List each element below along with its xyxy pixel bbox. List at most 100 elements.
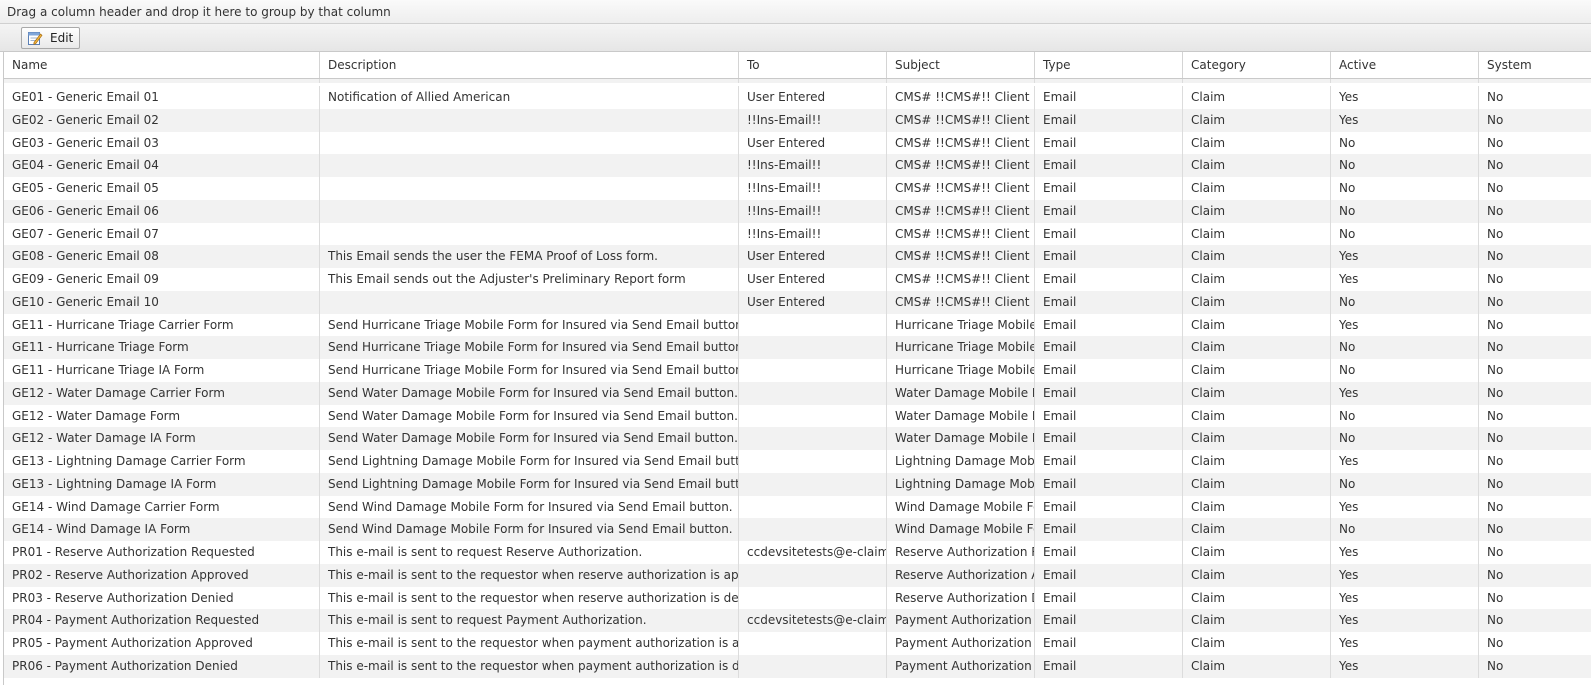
cell-subject: CMS# !!CMS#!! Client File# bbox=[887, 199, 1035, 223]
cell-to: User Entered bbox=[739, 268, 887, 291]
cell-type: Email bbox=[1035, 541, 1183, 564]
cell-category: Claim bbox=[1183, 654, 1331, 678]
table-row[interactable]: GE12 - Water Damage IA Form Send Water Da… bbox=[4, 427, 1591, 451]
cell-description bbox=[320, 222, 739, 246]
column-header-category[interactable]: Category bbox=[1183, 52, 1331, 78]
cell-name: GE02 - Generic Email 02 bbox=[4, 108, 320, 132]
table-row[interactable]: GE10 - Generic Email 10 User Entered CMS# … bbox=[4, 290, 1591, 314]
group-by-hint: Drag a column header and drop it here to… bbox=[7, 5, 391, 19]
cell-subject: CMS# !!CMS#!! Client File# bbox=[887, 86, 1035, 109]
table-row[interactable]: GE06 - Generic Email 06 !!Ins-Email!! CMS#… bbox=[4, 199, 1591, 223]
cell-description: Send Lightning Damage Mobile Form for In… bbox=[320, 450, 739, 473]
cell-system: No bbox=[1487, 408, 1504, 423]
table-row[interactable]: GE13 - Lightning Damage IA Form Send Ligh… bbox=[4, 472, 1591, 496]
cell-type: Email bbox=[1035, 654, 1183, 678]
cell-active: Yes bbox=[1331, 268, 1479, 291]
cell-description: Send Water Damage Mobile Form for Insure… bbox=[320, 381, 739, 405]
cell-name: GE12 - Water Damage Form bbox=[4, 404, 320, 428]
column-header-active[interactable]: Active bbox=[1331, 52, 1479, 78]
table-row[interactable]: GE11 - Hurricane Triage IA Form Send Hurr… bbox=[4, 359, 1591, 382]
table-row[interactable]: PR01 - Reserve Authorization Requested Th… bbox=[4, 541, 1591, 564]
cell-to bbox=[739, 404, 887, 428]
cell-to bbox=[739, 381, 887, 405]
cell-subject: Hurricane Triage Mobile Form bbox=[887, 359, 1035, 382]
table-row[interactable]: PR06 - Payment Authorization Denied This … bbox=[4, 654, 1591, 678]
table-row[interactable]: GE14 - Wind Damage IA Form Send Wind Dama… bbox=[4, 518, 1591, 542]
cell-subject: Reserve Authorization DENIED bbox=[887, 586, 1035, 610]
table-row[interactable]: GE11 - Hurricane Triage Carrier Form Send… bbox=[4, 313, 1591, 337]
cell-category: Claim bbox=[1183, 108, 1331, 132]
cell-description: This e-mail is sent to the requestor whe… bbox=[320, 654, 739, 678]
cell-system: No bbox=[1487, 90, 1504, 104]
table-row[interactable]: GE07 - Generic Email 07 !!Ins-Email!! CMS#… bbox=[4, 222, 1591, 246]
cell-category: Claim bbox=[1183, 427, 1331, 451]
cell-category: Claim bbox=[1183, 541, 1331, 564]
edit-button-label: Edit bbox=[50, 31, 74, 45]
cell-subject: Reserve Authorization Requested bbox=[887, 541, 1035, 564]
cell-active: Yes bbox=[1331, 245, 1479, 269]
cell-subject: CMS# !!CMS#!! Client File# bbox=[887, 245, 1035, 269]
cell-type: Email bbox=[1035, 268, 1183, 291]
column-header-system[interactable]: System bbox=[1479, 52, 1591, 78]
cell-active: No bbox=[1331, 131, 1479, 155]
table-row[interactable]: GE13 - Lightning Damage Carrier Form Send… bbox=[4, 450, 1591, 473]
cell-category: Claim bbox=[1183, 222, 1331, 246]
table-row[interactable]: PR02 - Reserve Authorization Approved Thi… bbox=[4, 563, 1591, 587]
cell-system: No bbox=[1487, 249, 1504, 264]
cell-active: Yes bbox=[1331, 632, 1479, 655]
cell-description: This e-mail is sent to the requestor whe… bbox=[320, 563, 739, 587]
table-row[interactable]: GE08 - Generic Email 08 This Email sends … bbox=[4, 245, 1591, 269]
cell-description: This Email sends out the Adjuster's Prel… bbox=[320, 268, 739, 291]
edit-button[interactable]: Edit bbox=[21, 27, 80, 49]
cell-description: This Email sends the user the FEMA Proof… bbox=[320, 245, 739, 269]
column-header-name[interactable]: Name bbox=[4, 52, 320, 78]
cell-name: PR02 - Reserve Authorization Approved bbox=[4, 563, 320, 587]
column-header-subject[interactable]: Subject bbox=[887, 52, 1035, 78]
table-row[interactable]: GE05 - Generic Email 05 !!Ins-Email!! CMS#… bbox=[4, 177, 1591, 200]
cell-description: This e-mail is sent to the requestor whe… bbox=[320, 632, 739, 655]
cell-type: Email bbox=[1035, 632, 1183, 655]
table-row[interactable]: GE02 - Generic Email 02 !!Ins-Email!! CMS#… bbox=[4, 108, 1591, 132]
cell-description bbox=[320, 177, 739, 200]
group-by-drop-zone[interactable]: Drag a column header and drop it here to… bbox=[0, 0, 1591, 24]
table-row[interactable]: PR04 - Payment Authorization Requested Th… bbox=[4, 609, 1591, 633]
column-header-description[interactable]: Description bbox=[320, 52, 739, 78]
table-row[interactable]: GE09 - Generic Email 09 This Email sends … bbox=[4, 268, 1591, 291]
table-row[interactable]: GE03 - Generic Email 03 User Entered CMS# … bbox=[4, 131, 1591, 155]
cell-to: User Entered bbox=[739, 86, 887, 109]
cell-name: GE06 - Generic Email 06 bbox=[4, 199, 320, 223]
cell-to: ccdevsitetests@e-claim.com bbox=[739, 541, 887, 564]
table-row[interactable]: GE14 - Wind Damage Carrier Form Send Wind… bbox=[4, 495, 1591, 519]
cell-category: Claim bbox=[1183, 131, 1331, 155]
cell-name: GE14 - Wind Damage Carrier Form bbox=[4, 495, 320, 519]
table-row[interactable]: GE01 - Generic Email 01 Notification of A… bbox=[4, 86, 1591, 109]
cell-description: Send Hurricane Triage Mobile Form for In… bbox=[320, 313, 739, 337]
cell-name: GE13 - Lightning Damage IA Form bbox=[4, 472, 320, 496]
column-header-to[interactable]: To bbox=[739, 52, 887, 78]
cell-name: PR01 - Reserve Authorization Requested bbox=[4, 541, 320, 564]
table-row[interactable]: PR03 - Reserve Authorization Denied This … bbox=[4, 586, 1591, 610]
table-row[interactable]: GE04 - Generic Email 04 !!Ins-Email!! CMS#… bbox=[4, 154, 1591, 178]
cell-subject: Wind Damage Mobile Form bbox=[887, 518, 1035, 542]
cell-system: No bbox=[1487, 112, 1504, 127]
grid-toolbar: Edit bbox=[0, 24, 1591, 52]
cell-to bbox=[739, 427, 887, 451]
cell-subject: Water Damage Mobile Form bbox=[887, 427, 1035, 451]
cell-type: Email bbox=[1035, 495, 1183, 519]
table-row[interactable]: GE12 - Water Damage Carrier Form Send Wat… bbox=[4, 381, 1591, 405]
cell-system: No bbox=[1487, 317, 1504, 332]
cell-to bbox=[739, 654, 887, 678]
cell-active: No bbox=[1331, 359, 1479, 382]
cell-name: GE11 - Hurricane Triage Form bbox=[4, 336, 320, 360]
cell-category: Claim bbox=[1183, 86, 1331, 109]
cell-type: Email bbox=[1035, 154, 1183, 178]
column-header-type[interactable]: Type bbox=[1035, 52, 1183, 78]
table-row[interactable]: GE11 - Hurricane Triage Form Send Hurrica… bbox=[4, 336, 1591, 360]
table-row[interactable]: GE12 - Water Damage Form Send Water Damag… bbox=[4, 404, 1591, 428]
cell-description: Send Hurricane Triage Mobile Form for In… bbox=[320, 336, 739, 360]
cell-type: Email bbox=[1035, 86, 1183, 109]
table-row[interactable]: PR05 - Payment Authorization Approved Thi… bbox=[4, 632, 1591, 655]
cell-name: GE14 - Wind Damage IA Form bbox=[4, 518, 320, 542]
cell-category: Claim bbox=[1183, 199, 1331, 223]
cell-type: Email bbox=[1035, 108, 1183, 132]
